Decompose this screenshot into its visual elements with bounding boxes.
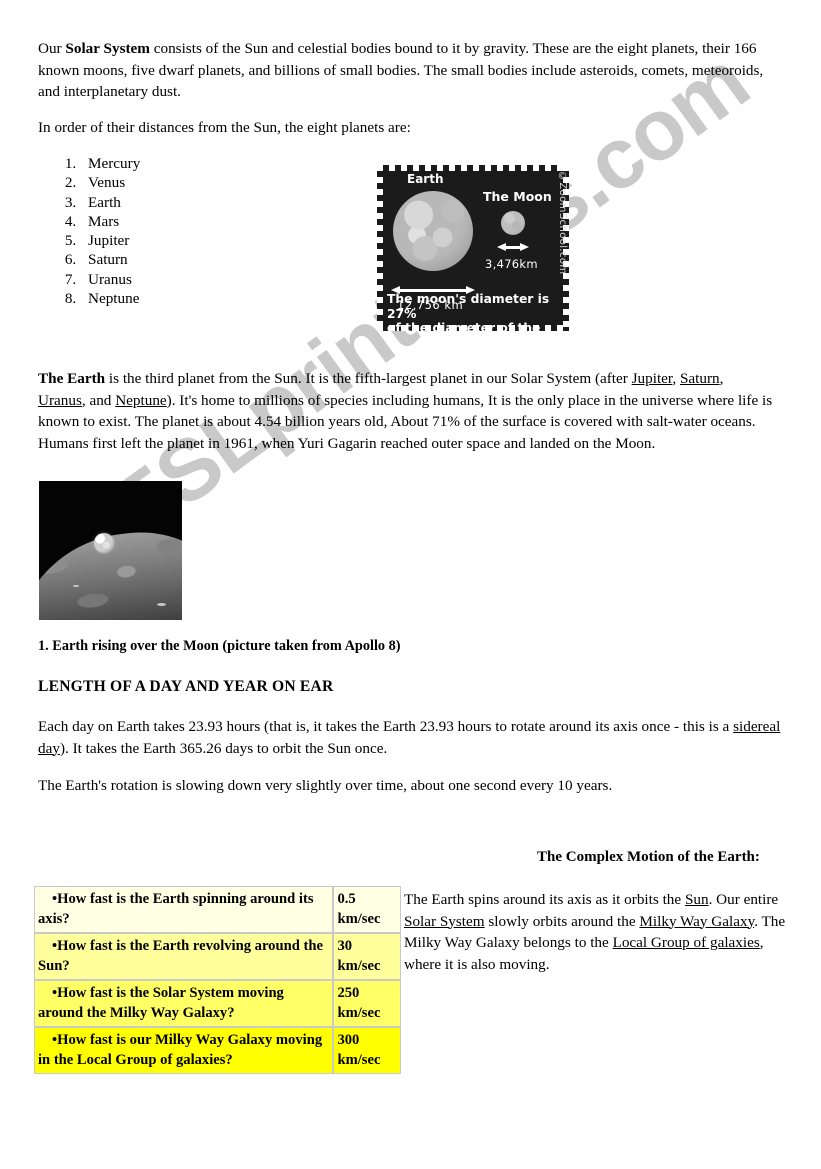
solar-system-bold: Solar System	[65, 40, 150, 57]
list-item: Jupiter	[80, 231, 140, 250]
link-milky-way-galaxy[interactable]: Milky Way Galaxy	[639, 913, 754, 930]
day-year-paragraph: Each day on Earth takes 23.93 hours (tha…	[38, 716, 790, 759]
speed-question-text: •How fast is the Earth revolving around …	[38, 938, 323, 974]
section-heading: LENGTH OF A DAY AND YEAR ON EAR	[38, 678, 334, 695]
speeds-table: •How fast is the Earth spinning around i…	[34, 886, 401, 1074]
list-item: Saturn	[80, 250, 140, 269]
stamp-earth-label: Earth	[407, 172, 444, 186]
the-earth-bold: The Earth	[38, 370, 106, 387]
earth-paragraph: The Earth is the third planet from the S…	[38, 368, 774, 454]
speed-question-cell: •How fast is the Solar System moving aro…	[34, 980, 334, 1027]
list-item: Uranus	[80, 270, 140, 289]
speed-value-cell: 0.5 km/sec	[333, 886, 401, 933]
moon-diameter-value: 3,476km	[485, 257, 538, 271]
earth-moon-stamp-figure: Earth The Moon 12,756 km 3,476km The moo…	[377, 165, 569, 331]
link-jupiter[interactable]: Jupiter	[632, 370, 673, 387]
speed-question-text: •How fast is the Solar System moving aro…	[38, 985, 284, 1021]
link-neptune[interactable]: Neptune	[115, 392, 166, 409]
table-row: •How fast is our Milky Way Galaxy moving…	[34, 1027, 401, 1074]
day-year-text-1: Each day on Earth takes 23.93 hours (tha…	[38, 718, 734, 735]
intro-paragraph: Our Solar System consists of the Sun and…	[38, 38, 773, 103]
speed-question-cell: •How fast is our Milky Way Galaxy moving…	[34, 1027, 334, 1074]
link-sun[interactable]: Sun	[685, 891, 709, 908]
earthrise-photo	[39, 481, 182, 620]
table-row: •How fast is the Earth spinning around i…	[34, 886, 401, 933]
photo-caption: 1. Earth rising over the Moon (picture t…	[38, 638, 401, 654]
list-item: Earth	[80, 193, 140, 212]
link-local-group[interactable]: Local Group of galaxies	[613, 934, 760, 951]
list-item: Mercury	[80, 154, 140, 173]
stamp-caption-line-2: of the diameter of the Earth.	[387, 321, 541, 331]
earth-text-2: ,	[672, 370, 680, 387]
speed-value-cell: 30 km/sec	[333, 933, 401, 980]
speed-question-text: •How fast is the Earth spinning around i…	[38, 891, 314, 927]
table-row: •How fast is the Solar System moving aro…	[34, 980, 401, 1027]
earth-text-1: is the third planet from the Sun. It is …	[105, 370, 632, 387]
motion-text-1: The Earth spins around its axis as it or…	[404, 891, 685, 908]
worksheet-page: ESLprintables.com Our Solar System consi…	[0, 0, 821, 1169]
earth-text-4: , and	[81, 391, 116, 409]
motion-heading: The Complex Motion of the Earth:	[537, 849, 760, 865]
list-item: Mars	[80, 212, 140, 231]
link-saturn[interactable]: Saturn	[680, 370, 720, 387]
intro-prefix: Our	[38, 40, 66, 57]
rising-earth	[94, 533, 114, 553]
link-uranus[interactable]: Uranus	[38, 392, 82, 409]
stamp-moon-label: The Moon	[483, 189, 552, 204]
speed-question-cell: •How fast is the Earth spinning around i…	[34, 886, 334, 933]
motion-text-3: slowly orbits around the	[484, 912, 640, 930]
day-year-text-2: ). It takes the Earth 365.26 days to orb…	[59, 739, 388, 757]
list-item: Neptune	[80, 289, 140, 308]
rotation-note: The Earth's rotation is slowing down ver…	[38, 777, 613, 794]
motion-body-paragraph: The Earth spins around its axis as it or…	[404, 889, 789, 975]
moon-diameter-arrow-icon	[497, 243, 529, 252]
order-paragraph: In order of their distances from the Sun…	[38, 119, 411, 136]
zoomschool-credit: ©ZoomSchool.com	[557, 171, 568, 275]
list-item: Venus	[80, 173, 140, 192]
speed-value-cell: 300 km/sec	[333, 1027, 401, 1074]
link-solar-system[interactable]: Solar System	[404, 913, 485, 930]
stamp-caption: The moon's diameter is 27% of the diamet…	[387, 292, 561, 331]
speed-question-text: •How fast is our Milky Way Galaxy moving…	[38, 1032, 323, 1068]
speed-question-cell: •How fast is the Earth revolving around …	[34, 933, 334, 980]
stamp-caption-line-1: The moon's diameter is 27%	[387, 292, 550, 321]
moon-sphere-icon	[501, 211, 525, 235]
earth-text-3: ,	[719, 370, 724, 387]
table-row: •How fast is the Earth revolving around …	[34, 933, 401, 980]
motion-text-2: . Our entire	[708, 891, 779, 908]
speed-value-cell: 250 km/sec	[333, 980, 401, 1027]
planet-list: Mercury Venus Earth Mars Jupiter Saturn …	[44, 154, 140, 308]
earth-sphere-icon	[393, 191, 473, 271]
